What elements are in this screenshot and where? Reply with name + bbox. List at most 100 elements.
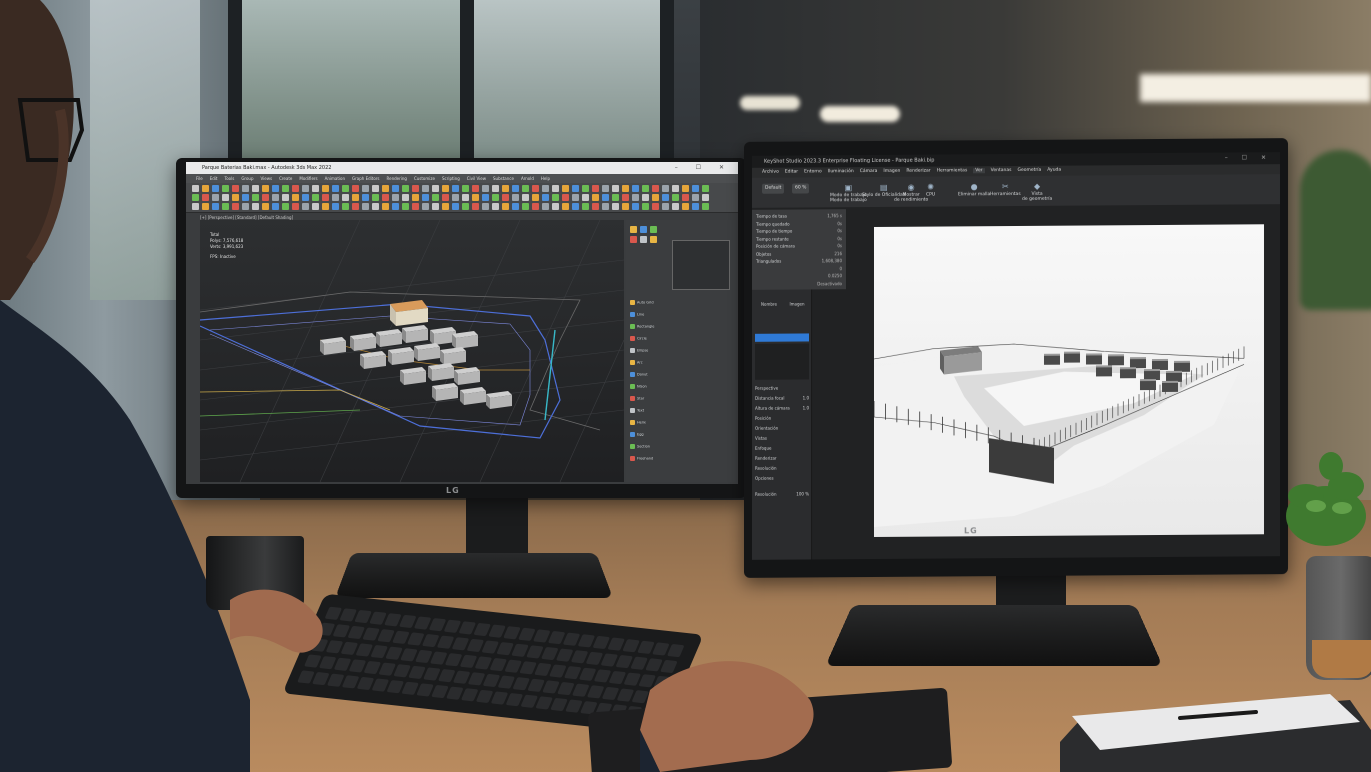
realtime-render-view[interactable]	[874, 224, 1264, 537]
toolbar-icon[interactable]	[382, 203, 389, 210]
ribbon-button[interactable]: ✂ Herramientas	[990, 182, 1021, 197]
panel-item[interactable]: Auto Grid	[630, 300, 654, 306]
toolbar-icon[interactable]	[322, 185, 329, 192]
menu-item-editar[interactable]: Editar	[785, 170, 798, 175]
panel-item[interactable]: Arc	[630, 360, 643, 366]
toolbar-icon[interactable]	[622, 203, 629, 210]
toolbar-icon[interactable]	[602, 194, 609, 201]
toolbar-icon[interactable]	[502, 185, 509, 192]
toolbar-icon[interactable]	[342, 185, 349, 192]
toolbar-icon[interactable]	[582, 185, 589, 192]
toolbar-icon[interactable]	[392, 203, 399, 210]
window-controls[interactable]: – ☐ ✕	[1225, 154, 1272, 161]
toolbar-icon[interactable]	[372, 203, 379, 210]
toolbar-icon[interactable]	[262, 203, 269, 210]
menu-item-graph-editors[interactable]: Graph Editors	[352, 176, 379, 181]
toolbar-icon[interactable]	[482, 194, 489, 201]
toolbar-icon[interactable]	[302, 203, 309, 210]
toolbar-icon[interactable]	[692, 203, 699, 210]
perspective-viewport[interactable]: Total Polys: 7,576,618 Verts: 3,991,623 …	[199, 219, 625, 483]
toolbar-icon[interactable]	[662, 203, 669, 210]
workspace-dropdown[interactable]: Default	[762, 183, 785, 194]
panel-item[interactable]: Egg	[630, 432, 644, 438]
toolbar-icon[interactable]	[412, 203, 419, 210]
panel-tab-icon[interactable]	[630, 226, 637, 233]
toolbar-icon[interactable]	[332, 203, 339, 210]
toolbar-icon[interactable]	[582, 203, 589, 210]
toolbar-icon[interactable]	[642, 194, 649, 201]
camera-property-row[interactable]: Opciones	[755, 475, 809, 483]
toolbar-icon[interactable]	[692, 194, 699, 201]
toolbar-icon[interactable]	[552, 185, 559, 192]
camera-property-row[interactable]: Vistas	[755, 435, 809, 443]
toolbar-icon[interactable]	[482, 203, 489, 210]
camera-property-row[interactable]: Perspective	[755, 385, 809, 393]
camera-property-row[interactable]: Enfoque	[755, 445, 809, 453]
toolbar-icon[interactable]	[352, 203, 359, 210]
panel-tab-icon[interactable]	[640, 226, 647, 233]
panel-tab-icon[interactable]	[630, 236, 637, 243]
toolbar-icon[interactable]	[592, 203, 599, 210]
ribbon-button[interactable]: ✺ CPU	[926, 183, 935, 198]
camera-property-row[interactable]: Resolución	[755, 465, 809, 473]
toolbar-icon[interactable]	[622, 185, 629, 192]
toolbar-icon[interactable]	[462, 203, 469, 210]
toolbar-icon[interactable]	[322, 203, 329, 210]
toolbar-icon[interactable]	[452, 185, 459, 192]
toolbar-icon[interactable]	[672, 185, 679, 192]
toolbar-icon[interactable]	[442, 203, 449, 210]
toolbar-icon[interactable]	[482, 185, 489, 192]
toolbar-icon[interactable]	[332, 185, 339, 192]
toolbar-icon[interactable]	[462, 185, 469, 192]
toolbar-icon[interactable]	[402, 194, 409, 201]
camera-property-row[interactable]: Renderizar	[755, 455, 809, 463]
panel-item[interactable]: Donut	[630, 372, 648, 378]
panel-item[interactable]: Freehand	[630, 456, 653, 462]
toolbar-icon[interactable]	[352, 185, 359, 192]
toolbar-icon[interactable]	[262, 185, 269, 192]
toolbar-icon[interactable]	[692, 185, 699, 192]
toolbar-icon[interactable]	[632, 194, 639, 201]
menu-item-animation[interactable]: Animation	[325, 176, 345, 181]
toolbar-icon[interactable]	[382, 185, 389, 192]
toolbar-icon[interactable]	[302, 194, 309, 201]
toolbar-icon[interactable]	[702, 185, 709, 192]
panel-item[interactable]: Rectangle	[630, 324, 654, 330]
toolbar-icon[interactable]	[552, 194, 559, 201]
toolbar-icon[interactable]	[632, 185, 639, 192]
panel-tab-icon[interactable]	[640, 236, 647, 243]
toolbar-icon[interactable]	[572, 194, 579, 201]
panel-item[interactable]: Section	[630, 444, 650, 450]
toolbar-icon[interactable]	[642, 203, 649, 210]
selected-tree-item[interactable]	[755, 333, 809, 342]
toolbar-icon[interactable]	[652, 185, 659, 192]
toolbar-icon[interactable]	[562, 185, 569, 192]
toolbar-icon[interactable]	[682, 194, 689, 201]
toolbar-icon[interactable]	[682, 203, 689, 210]
menu-item-arnold[interactable]: Arnold	[521, 176, 534, 181]
toolbar-icon[interactable]	[642, 185, 649, 192]
zoom-dropdown[interactable]: 60 %	[792, 183, 810, 194]
panel-item[interactable]: Text	[630, 408, 644, 414]
menu-item-renderizar[interactable]: Renderizar	[906, 169, 930, 174]
toolbar-icon[interactable]	[412, 194, 419, 201]
menu-item-archivo[interactable]: Archivo	[762, 170, 779, 175]
menu-item-customize[interactable]: Customize	[414, 176, 435, 181]
menu-item-civil-view[interactable]: Civil View	[467, 176, 486, 181]
toolbar-icon[interactable]	[472, 185, 479, 192]
toolbar-icon[interactable]	[312, 185, 319, 192]
side-tab[interactable]: Nombre	[756, 302, 782, 310]
toolbar-icon[interactable]	[562, 203, 569, 210]
toolbar-icon[interactable]	[292, 194, 299, 201]
toolbar-icon[interactable]	[302, 185, 309, 192]
scene-tree[interactable]	[755, 343, 809, 380]
toolbar-icon[interactable]	[672, 203, 679, 210]
toolbar-icon[interactable]	[472, 203, 479, 210]
toolbar-icon[interactable]	[422, 194, 429, 201]
toolbar-icon[interactable]	[282, 185, 289, 192]
toolbar-icon[interactable]	[542, 194, 549, 201]
toolbar-icon[interactable]	[342, 194, 349, 201]
menu-item-rendering[interactable]: Rendering	[387, 176, 407, 181]
toolbar-icon[interactable]	[402, 185, 409, 192]
window-controls[interactable]: – ☐ ✕	[675, 164, 732, 171]
